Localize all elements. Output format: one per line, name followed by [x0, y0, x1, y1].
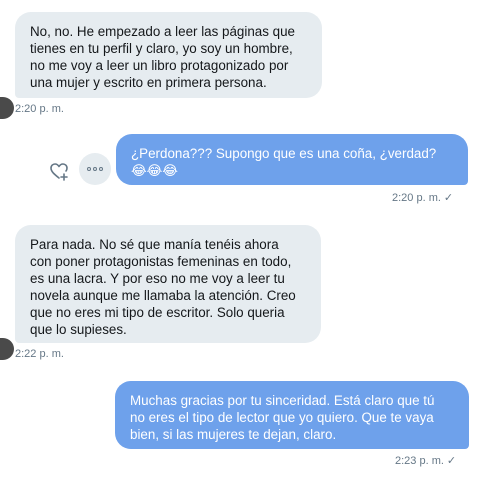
read-receipt-icon: ✓: [443, 192, 454, 204]
more-options-button[interactable]: [79, 153, 111, 185]
message-timestamp: 2:20 p. m. ✓: [392, 192, 453, 205]
message-timestamp: 2:22 p. m.: [15, 348, 64, 360]
received-message-bubble[interactable]: Para nada. No sé que manía tenéis ahora …: [15, 225, 321, 343]
read-receipt-icon: ✓: [446, 455, 457, 467]
message-timestamp: 2:23 p. m. ✓: [395, 455, 456, 468]
timestamp-text: 2:20 p. m.: [392, 192, 441, 204]
heart-plus-icon: [50, 163, 68, 181]
sent-message-bubble[interactable]: ¿Perdona??? Supongo que es una coña, ¿ve…: [116, 134, 468, 185]
received-message-bubble[interactable]: No, no. He empezado a leer las páginas q…: [15, 12, 322, 98]
sent-message-bubble[interactable]: Muchas gracias por tu sinceridad. Está c…: [115, 381, 469, 449]
like-button[interactable]: [46, 158, 72, 184]
timestamp-text: 2:23 p. m.: [395, 455, 444, 467]
sender-avatar[interactable]: [0, 338, 14, 360]
sender-avatar[interactable]: [0, 97, 14, 119]
more-dots-icon: [87, 167, 103, 171]
message-timestamp: 2:20 p. m.: [15, 103, 64, 115]
